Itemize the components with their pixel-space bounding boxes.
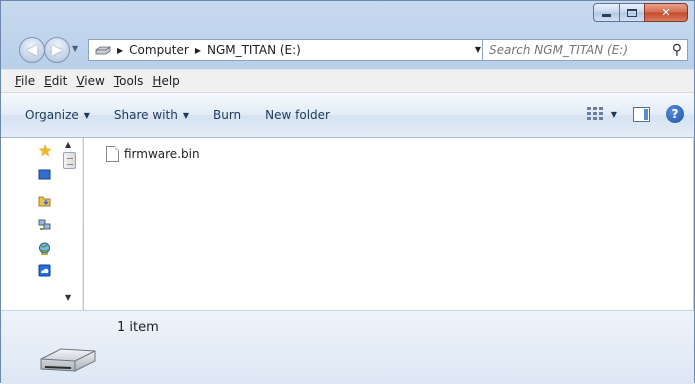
navigation-bar: ◀ ▶ ▼ ▶ Computer ▶ NGM_TITAN (E:) ▼ ↹ ⚲ [19, 37, 688, 63]
help-icon[interactable]: ? [666, 105, 684, 123]
removable-drive-icon [40, 348, 96, 372]
network-places-icon[interactable] [38, 218, 51, 231]
favorites-star-icon[interactable]: ★ [38, 143, 52, 159]
cloud-folder-icon[interactable] [38, 264, 51, 277]
breadcrumb-computer[interactable]: Computer [129, 43, 189, 57]
menu-tools[interactable]: Tools [114, 74, 144, 88]
chevron-down-icon: ▼ [182, 110, 189, 120]
maximize-icon [627, 8, 637, 17]
file-name: firmware.bin [124, 147, 200, 161]
close-icon: ✕ [661, 6, 671, 19]
new-folder-button[interactable]: New folder [265, 108, 330, 122]
search-input[interactable] [483, 43, 663, 57]
views-icon[interactable] [586, 107, 603, 121]
address-dropdown-icon[interactable]: ▼ [475, 45, 481, 54]
search-box[interactable]: ⚲ [482, 39, 688, 61]
burn-button[interactable]: Burn [213, 108, 241, 122]
breadcrumb-drive[interactable]: NGM_TITAN (E:) [207, 43, 301, 57]
navigation-pane: ★ ▲ ▼ [1, 138, 83, 310]
menu-bar: File Edit View Tools Help [1, 69, 694, 93]
address-bar[interactable]: ▶ Computer ▶ NGM_TITAN (E:) ▼ [88, 39, 488, 61]
downloads-folder-icon[interactable] [38, 194, 51, 207]
scroll-up-icon[interactable]: ▲ [65, 140, 71, 149]
toolbar-right: ▼ ? [586, 105, 684, 123]
globe-icon[interactable] [38, 242, 51, 255]
search-icon[interactable]: ⚲ [672, 42, 682, 58]
file-list: firmware.bin [84, 138, 693, 310]
preview-pane-icon[interactable] [633, 106, 650, 122]
file-icon [106, 146, 119, 162]
list-item[interactable]: firmware.bin [106, 146, 200, 162]
drive-icon [95, 46, 111, 55]
menu-view[interactable]: View [76, 74, 104, 88]
recent-pages-dropdown[interactable]: ▼ [72, 44, 78, 53]
details-pane: 1 item [1, 310, 694, 384]
menu-edit[interactable]: Edit [44, 74, 67, 88]
menu-file[interactable]: File [15, 74, 35, 88]
minimize-icon [602, 14, 611, 17]
explorer-window: ✕ ◀ ▶ ▼ ▶ Computer ▶ NGM_TITAN (E:) ▼ ↹ … [0, 0, 695, 384]
back-button[interactable]: ◀ [19, 37, 45, 63]
scroll-down-icon[interactable]: ▼ [65, 293, 71, 302]
minimize-button[interactable] [593, 3, 620, 22]
forward-button[interactable]: ▶ [44, 37, 70, 63]
menu-help[interactable]: Help [152, 74, 179, 88]
desktop-icon[interactable] [38, 168, 51, 181]
command-bar: Organize ▼ Share with ▼ Burn New folder ▼ … [1, 93, 694, 138]
close-button[interactable]: ✕ [644, 3, 688, 22]
share-with-button[interactable]: Share with ▼ [114, 108, 189, 122]
chevron-down-icon: ▼ [83, 110, 90, 120]
views-dropdown-icon[interactable]: ▼ [611, 110, 617, 119]
caption-buttons: ✕ [593, 3, 688, 24]
forward-arrow-icon: ▶ [51, 42, 63, 58]
breadcrumb-separator-icon[interactable]: ▶ [195, 46, 201, 55]
maximize-button[interactable] [619, 3, 645, 22]
back-arrow-icon: ◀ [26, 42, 38, 58]
organize-button[interactable]: Organize ▼ [25, 108, 90, 122]
item-count: 1 item [117, 320, 159, 335]
breadcrumb-separator-icon[interactable]: ▶ [117, 46, 123, 55]
navigation-pane-scrollbar[interactable]: ▲ ▼ [61, 138, 78, 306]
scroll-thumb[interactable] [63, 152, 76, 169]
